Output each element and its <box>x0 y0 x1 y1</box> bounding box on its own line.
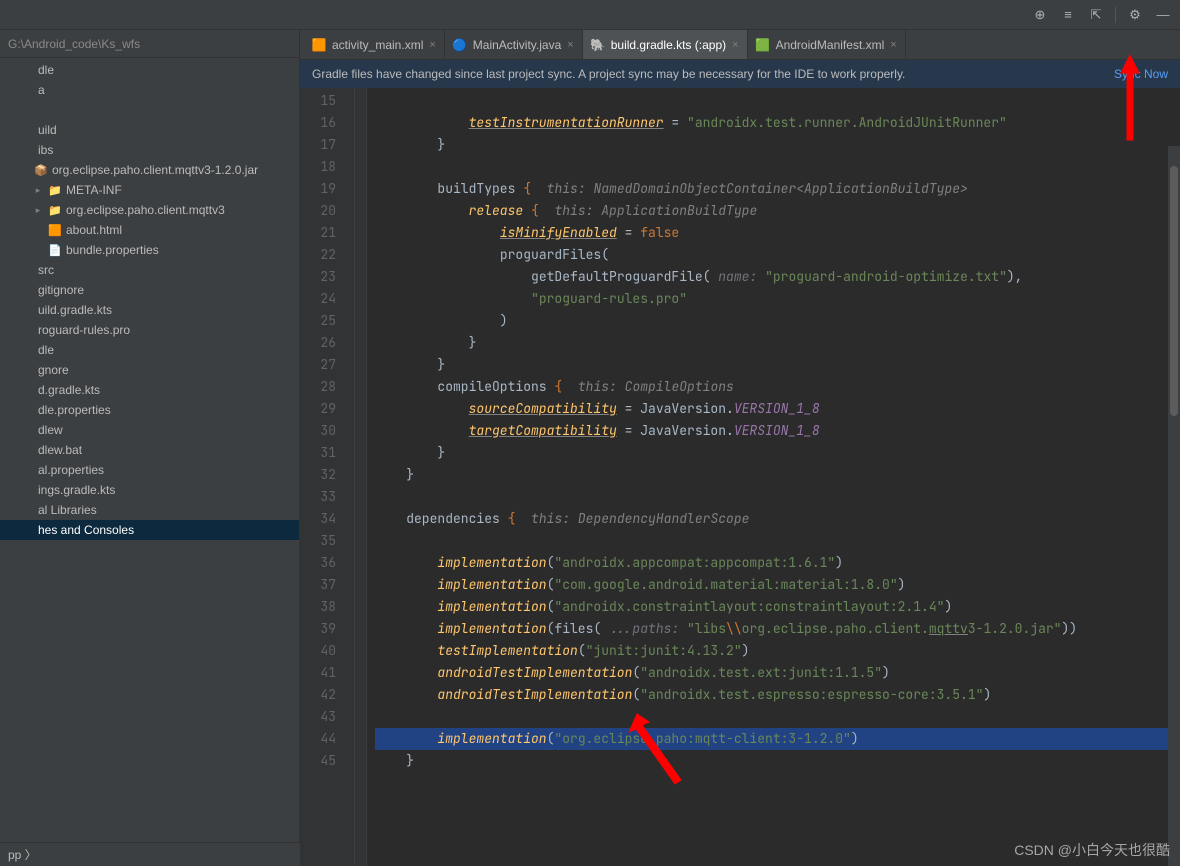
tree-item[interactable]: ibs <box>0 140 299 160</box>
editor-tab[interactable]: 🐘build.gradle.kts (:app)× <box>583 30 748 59</box>
editor-area: 🟧activity_main.xml×🔵MainActivity.java×🐘b… <box>300 30 1180 866</box>
gradle-sync-bar: Gradle files have changed since last pro… <box>300 60 1180 88</box>
tree-item[interactable]: uild <box>0 120 299 140</box>
editor-tabs: 🟧activity_main.xml×🔵MainActivity.java×🐘b… <box>300 30 1180 60</box>
tree-item[interactable]: gitignore <box>0 280 299 300</box>
annotation-arrow-1 <box>1115 55 1145 145</box>
tree-item[interactable]: 📦org.eclipse.paho.client.mqttv3-1.2.0.ja… <box>0 160 299 180</box>
code-editor[interactable]: 1516171819202122232425262728293031323334… <box>300 88 1180 866</box>
watermark: CSDN @小白今天也很酷 <box>1014 840 1170 860</box>
project-tree[interactable]: dleauildibs📦org.eclipse.paho.client.mqtt… <box>0 58 299 866</box>
manifest-icon: 🟩 <box>756 38 770 52</box>
project-toolbar: ⊕ ≡ ⇱ ⚙ — <box>0 0 1180 30</box>
editor-tab[interactable]: 🟩AndroidManifest.xml× <box>748 30 906 59</box>
tree-item[interactable]: 📄bundle.properties <box>0 240 299 260</box>
tree-item[interactable]: dle <box>0 340 299 360</box>
vertical-scrollbar[interactable] <box>1168 146 1180 866</box>
status-text: pp 〉 <box>8 846 37 863</box>
close-icon[interactable]: × <box>732 39 738 51</box>
status-bar: pp 〉 <box>0 842 300 866</box>
tree-item[interactable]: d.gradle.kts <box>0 380 299 400</box>
target-icon[interactable]: ⊕ <box>1031 6 1049 24</box>
tree-item[interactable]: roguard-rules.pro <box>0 320 299 340</box>
fold-column[interactable] <box>355 88 367 866</box>
java-icon: 🔵 <box>453 38 467 52</box>
tree-item[interactable]: dlew.bat <box>0 440 299 460</box>
project-sidebar: G:\Android_code\Ks_wfs dleauildibs📦org.e… <box>0 30 300 866</box>
tree-item[interactable]: dle.properties <box>0 400 299 420</box>
close-icon[interactable]: × <box>567 39 573 51</box>
tree-item[interactable]: ings.gradle.kts <box>0 480 299 500</box>
gradle-icon: 🐘 <box>591 38 605 52</box>
tree-item[interactable]: al Libraries <box>0 500 299 520</box>
tree-item[interactable]: dle <box>0 60 299 80</box>
tree-item[interactable]: gnore <box>0 360 299 380</box>
code-content[interactable]: testInstrumentationRunner = "androidx.te… <box>367 88 1180 866</box>
breadcrumb: G:\Android_code\Ks_wfs <box>0 30 299 58</box>
tree-item[interactable] <box>0 100 299 120</box>
line-gutter: 1516171819202122232425262728293031323334… <box>300 88 355 866</box>
tree-item[interactable]: a <box>0 80 299 100</box>
tree-item[interactable]: dlew <box>0 420 299 440</box>
breadcrumb-path: G:\Android_code\Ks_wfs <box>8 37 140 51</box>
tree-item[interactable]: 🟧about.html <box>0 220 299 240</box>
tree-item[interactable]: ▸📁org.eclipse.paho.client.mqttv3 <box>0 200 299 220</box>
tree-item[interactable]: uild.gradle.kts <box>0 300 299 320</box>
sync-message: Gradle files have changed since last pro… <box>312 67 905 81</box>
editor-tab[interactable]: 🟧activity_main.xml× <box>304 30 445 59</box>
tree-item[interactable]: al.properties <box>0 460 299 480</box>
tree-item[interactable]: hes and Consoles <box>0 520 299 540</box>
scrollbar-thumb[interactable] <box>1170 166 1178 416</box>
separator <box>1115 7 1116 23</box>
xml-icon: 🟧 <box>312 38 326 52</box>
editor-tab[interactable]: 🔵MainActivity.java× <box>445 30 583 59</box>
stack-icon[interactable]: ≡ <box>1059 6 1077 24</box>
close-icon[interactable]: × <box>890 39 896 51</box>
annotation-arrow-2 <box>625 710 695 790</box>
tree-item[interactable]: src <box>0 260 299 280</box>
tree-item[interactable]: ▸📁META-INF <box>0 180 299 200</box>
expand-icon[interactable]: ⇱ <box>1087 6 1105 24</box>
gear-icon[interactable]: ⚙ <box>1126 6 1144 24</box>
close-icon[interactable]: × <box>429 39 435 51</box>
minimize-icon[interactable]: — <box>1154 6 1172 24</box>
